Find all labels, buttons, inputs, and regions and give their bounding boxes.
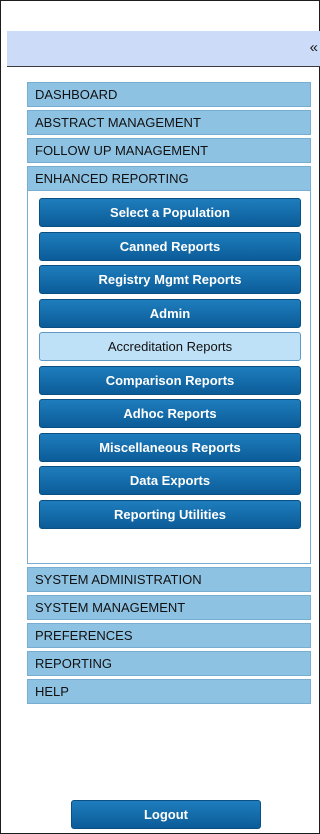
- miscellaneous-reports-button[interactable]: Miscellaneous Reports: [39, 432, 301, 462]
- top-bar: «: [7, 31, 320, 66]
- registry-mgmt-reports-button[interactable]: Registry Mgmt Reports: [39, 265, 301, 294]
- nav-item-abstract-management[interactable]: ABSTRACT MANAGEMENT: [27, 110, 311, 135]
- nav-item-reporting[interactable]: REPORTING: [27, 651, 311, 676]
- accreditation-reports-button[interactable]: Accreditation Reports: [39, 332, 301, 361]
- nav-item-system-management[interactable]: SYSTEM MANAGEMENT: [27, 595, 311, 620]
- enhanced-reporting-submenu: Select a Population Canned Reports Regis…: [27, 191, 311, 564]
- nav-item-help[interactable]: HELP: [27, 679, 311, 704]
- nav-item-enhanced-reporting[interactable]: ENHANCED REPORTING: [27, 166, 311, 191]
- reporting-utilities-button[interactable]: Reporting Utilities: [39, 499, 301, 529]
- admin-button[interactable]: Admin: [39, 298, 301, 328]
- nav-item-system-administration[interactable]: SYSTEM ADMINISTRATION: [27, 567, 311, 592]
- adhoc-reports-button[interactable]: Adhoc Reports: [39, 399, 301, 428]
- main-nav: DASHBOARD ABSTRACT MANAGEMENT FOLLOW UP …: [27, 82, 311, 707]
- navigation-panel: « DASHBOARD ABSTRACT MANAGEMENT FOLLOW U…: [0, 0, 320, 834]
- nav-item-follow-up-management[interactable]: FOLLOW UP MANAGEMENT: [27, 138, 311, 163]
- logout-button[interactable]: Logout: [71, 800, 261, 829]
- select-population-button[interactable]: Select a Population: [39, 198, 301, 227]
- collapse-icon[interactable]: «: [310, 36, 318, 60]
- comparison-reports-button[interactable]: Comparison Reports: [39, 365, 301, 395]
- data-exports-button[interactable]: Data Exports: [39, 466, 301, 495]
- nav-item-preferences[interactable]: PREFERENCES: [27, 623, 311, 648]
- canned-reports-button[interactable]: Canned Reports: [39, 231, 301, 261]
- divider: [7, 66, 320, 67]
- nav-item-dashboard[interactable]: DASHBOARD: [27, 82, 311, 107]
